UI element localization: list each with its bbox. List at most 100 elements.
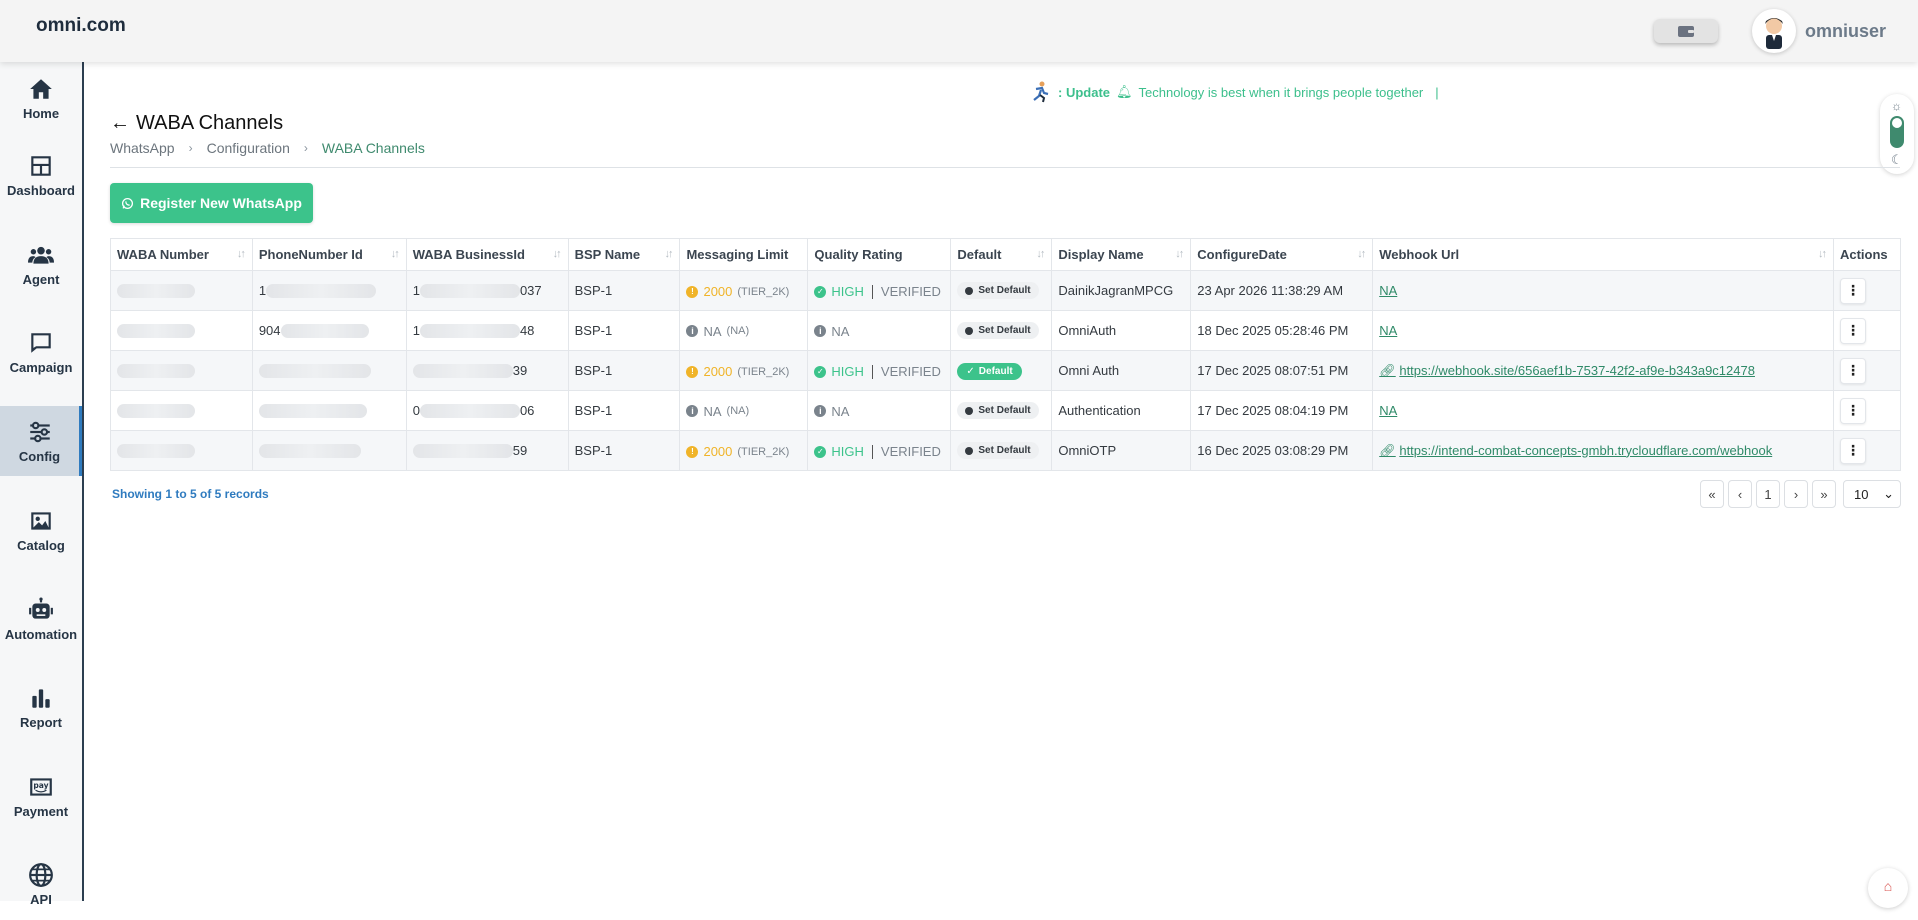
configure-date-cell: 17 Dec 2025 08:04:19 PM [1190,390,1374,431]
column-header[interactable]: Display Name ↓↑ [1051,238,1192,271]
waba-channels-table: WABA Number ↓↑ PhoneNumber Id ↓↑ WABA Busi… [110,238,1902,471]
register-whatsapp-button[interactable]: Register New WhatsApp [110,183,313,223]
page-title-text: WABA Channels [136,112,284,134]
sidebar-item-report[interactable]: Report [0,671,82,743]
configure-date-cell: 23 Apr 2026 11:38:29 AM [1190,270,1374,311]
sidebar-item-config[interactable]: Config [0,406,82,476]
webhook-link[interactable]: https://webhook.site/656aef1b-7537-42f2-… [1399,363,1755,378]
sort-icon[interactable]: ↓↑ [1818,248,1827,260]
webhook-link[interactable]: NA [1379,283,1397,298]
messaging-limit-cell: ! 2000 (TIER_2K) [679,350,809,391]
info-icon: i [814,325,827,338]
bsp-name-cell: BSP-1 [567,270,681,311]
username[interactable]: omniuser [1805,21,1886,42]
column-header[interactable]: Webhook Url ↓↑ [1372,238,1834,271]
default-cell: Set Default [950,430,1053,471]
waba-number-cell [110,350,253,391]
next-page-button[interactable]: › [1784,480,1808,508]
sidebar-item-payment[interactable]: pay Payment [0,760,82,832]
bsp-name-cell: BSP-1 [567,430,681,471]
set-default-button[interactable]: Set Default [957,442,1039,459]
check-circle-icon: ✓ [814,285,827,298]
default-cell: ✓ Default [950,350,1053,391]
last-page-button[interactable]: » [1812,480,1836,508]
warning-icon: ! [686,285,699,298]
sort-icon[interactable]: ↓↑ [1036,248,1045,260]
display-name-cell: Authentication [1051,390,1192,431]
row-actions-button[interactable]: ⋮ [1839,397,1866,424]
column-header[interactable]: WABA BusinessId ↓↑ [405,238,569,271]
breadcrumb-item-configuration[interactable]: Configuration [207,140,290,156]
bsp-name-cell: BSP-1 [567,390,681,431]
set-default-button[interactable]: Set Default [957,402,1039,419]
column-header: Quality Rating [807,238,952,271]
column-header[interactable]: BSP Name ↓↑ [567,238,681,271]
webhook-link[interactable]: NA [1379,323,1397,338]
default-cell: Set Default [950,310,1053,351]
set-default-button[interactable]: Set Default [957,282,1039,299]
row-actions-button[interactable]: ⋮ [1839,357,1866,384]
sort-icon[interactable]: ↓↑ [1175,248,1184,260]
phone-number-id-cell: 1 [251,270,407,311]
sidebar-item-automation[interactable]: Automation [0,583,82,655]
app-logo[interactable]: omni.com [36,15,126,37]
webhook-link[interactable]: https://intend-combat-concepts-gmbh.tryc… [1399,443,1772,458]
webhook-cell: NA [1372,310,1834,351]
set-default-button[interactable]: Set Default [957,322,1039,339]
table-row: 39 BSP-1 ! 2000 (TIER_2K) ✓ HIGH VERIFIED ✓ D… [110,350,1902,391]
table-row: 1 1 037 BSP-1 ! 2000 (TIER_2K) ✓ HIGH VERIFIE… [110,270,1902,311]
chevron-right-icon: › [188,141,193,155]
sort-icon[interactable]: ↓↑ [664,248,673,260]
info-icon: i [686,325,699,338]
column-header[interactable]: Default ↓↑ [950,238,1053,271]
chat-icon [31,332,51,353]
row-actions-button[interactable]: ⋮ [1839,437,1866,464]
sort-icon[interactable]: ↓↑ [237,248,246,260]
page-size-select[interactable]: 10 ⌄ [1843,480,1901,508]
sidebar-item-api[interactable]: API [0,848,82,920]
phone-number-id-cell [251,390,407,431]
sidebar-item-catalog[interactable]: Catalog [0,494,82,566]
sort-icon[interactable]: ↓↑ [553,248,562,260]
sidebar-item-dashboard[interactable]: Dashboard [0,139,82,211]
redacted-value [258,444,361,459]
image-icon [31,511,51,530]
theme-toggle[interactable]: ☼ ☾ [1880,94,1914,174]
breadcrumb-item-whatsapp[interactable]: WhatsApp [110,140,175,156]
prev-page-button[interactable]: ‹ [1728,480,1752,508]
default-badge: ✓ Default [957,362,1022,380]
user-avatar[interactable] [1752,9,1796,53]
warning-icon: ! [686,365,699,378]
svg-text:pay: pay [33,781,48,790]
page-number-button[interactable]: 1 [1756,480,1780,508]
phone-number-id-cell: 904 [251,310,407,351]
column-header[interactable]: PhoneNumber Id ↓↑ [251,238,407,271]
sidebar-item-label: Home [22,105,60,121]
check-circle-icon: ✓ [814,445,827,458]
home-fab-button[interactable]: ⌂ [1868,868,1908,908]
column-header[interactable]: ConfigureDate ↓↑ [1190,238,1374,271]
wallet-button[interactable] [1654,19,1718,43]
sidebar-item-agent[interactable]: Agent [0,228,82,300]
sidebar-item-campaign[interactable]: Campaign [0,316,82,388]
row-actions-button[interactable]: ⋮ [1839,317,1866,344]
link-icon: 🔗︎ [1379,442,1396,458]
row-actions-button[interactable]: ⋮ [1839,277,1866,304]
column-header[interactable]: WABA Number ↓↑ [110,238,253,271]
sort-icon[interactable]: ↓↑ [391,248,400,260]
warning-icon: ! [686,445,699,458]
messaging-limit-cell: i NA (NA) [679,390,809,431]
table-row: 0 06 BSP-1 i NA (NA) i NA Set Default Authen… [110,390,1902,431]
sidebar-item-label: Campaign [9,359,73,375]
back-arrow-icon[interactable]: ← [110,112,130,135]
sidebar-item-home[interactable]: Home [0,62,82,134]
announcement-cursor: | [1435,84,1439,100]
webhook-link[interactable]: NA [1379,403,1397,418]
webhook-cell: NA [1372,390,1834,431]
redacted-value [258,404,367,419]
business-id-cell: 1 037 [405,270,569,311]
actions-cell: ⋮ [1832,270,1902,311]
webhook-cell: 🔗︎ https://intend-combat-concepts-gmbh.t… [1372,430,1834,471]
sort-icon[interactable]: ↓↑ [1357,248,1366,260]
first-page-button[interactable]: « [1700,480,1724,508]
